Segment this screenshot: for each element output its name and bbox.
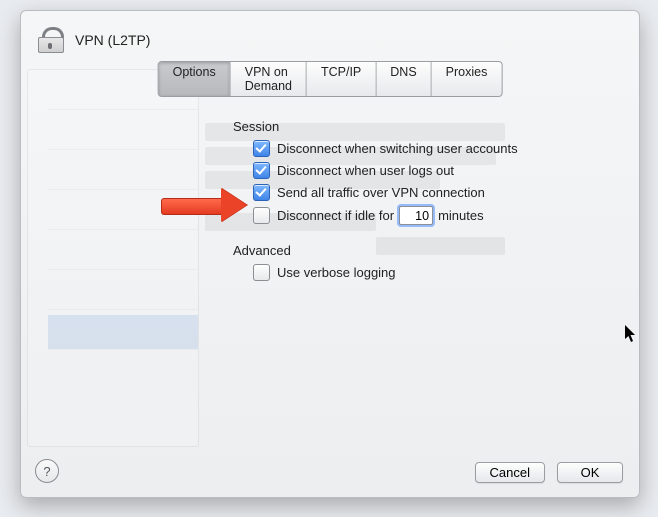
lock-icon — [35, 27, 65, 53]
checkbox-send-all-traffic[interactable] — [253, 184, 270, 201]
label-disconnect-idle-prefix: Disconnect if idle for — [277, 208, 394, 223]
label-disconnect-idle-suffix: minutes — [438, 208, 484, 223]
checkbox-disconnect-switch-users[interactable] — [253, 140, 270, 157]
tab-bar: Options VPN on Demand TCP/IP DNS Proxies — [158, 61, 503, 97]
label-disconnect-switch-users: Disconnect when switching user accounts — [277, 141, 518, 156]
checkbox-verbose-logging[interactable] — [253, 264, 270, 281]
tab-proxies[interactable]: Proxies — [432, 62, 502, 96]
checkbox-disconnect-idle[interactable] — [253, 207, 270, 224]
tab-options[interactable]: Options — [159, 62, 231, 96]
session-heading: Session — [233, 119, 599, 134]
cancel-button[interactable]: Cancel — [475, 462, 545, 483]
checkbox-disconnect-logout[interactable] — [253, 162, 270, 179]
footer-buttons: Cancel OK — [475, 462, 623, 483]
tab-vpn-on-demand[interactable]: VPN on Demand — [231, 62, 307, 96]
window-title: VPN (L2TP) — [75, 32, 150, 48]
mouse-cursor-icon — [625, 325, 639, 348]
label-verbose-logging: Use verbose logging — [277, 265, 396, 280]
vpn-options-sheet: VPN (L2TP) Options VPN on Demand TCP/IP … — [20, 10, 640, 498]
label-send-all-traffic: Send all traffic over VPN connection — [277, 185, 485, 200]
idle-minutes-input[interactable] — [399, 206, 433, 225]
tab-tcpip[interactable]: TCP/IP — [307, 62, 376, 96]
ok-button[interactable]: OK — [557, 462, 623, 483]
options-content: Session Disconnect when switching user a… — [233, 119, 599, 286]
tab-dns[interactable]: DNS — [376, 62, 431, 96]
help-button[interactable]: ? — [35, 459, 59, 483]
advanced-heading: Advanced — [233, 243, 599, 258]
label-disconnect-logout: Disconnect when user logs out — [277, 163, 454, 178]
